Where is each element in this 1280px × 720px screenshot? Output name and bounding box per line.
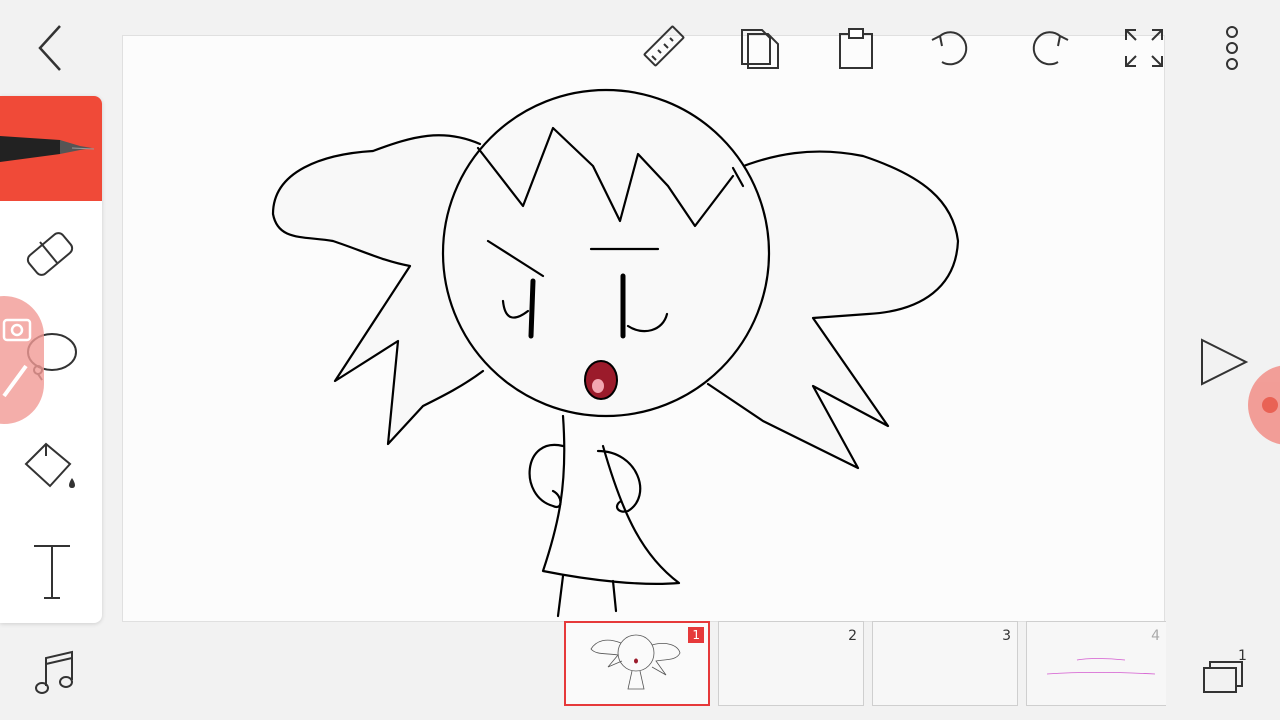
- frame-thumb-1-drawing: [590, 634, 681, 690]
- paste-icon[interactable]: [836, 24, 876, 72]
- copy-icon[interactable]: [738, 24, 782, 72]
- frame-number: 3: [1002, 628, 1011, 644]
- pen-icon: [0, 136, 95, 162]
- fullscreen-icon[interactable]: [1122, 26, 1166, 70]
- tool-pen[interactable]: [0, 96, 102, 201]
- frame-number: 2: [848, 628, 857, 644]
- frame-number: 4: [1151, 628, 1160, 644]
- frame-thumb-1[interactable]: 1: [564, 621, 710, 706]
- redo-icon[interactable]: [1024, 26, 1072, 70]
- play-icon[interactable]: [1198, 336, 1250, 388]
- back-icon[interactable]: [36, 24, 64, 72]
- frame-thumb-2[interactable]: 2: [718, 621, 864, 706]
- record-fab[interactable]: [1248, 365, 1280, 445]
- fill-bucket-icon[interactable]: [20, 434, 80, 494]
- ruler-icon[interactable]: [640, 24, 688, 72]
- frame-thumb-4-drawing: [1046, 658, 1156, 675]
- frame-thumb-4[interactable]: 4: [1026, 621, 1166, 706]
- undo-icon[interactable]: [928, 26, 976, 70]
- more-icon[interactable]: [1220, 24, 1244, 72]
- camera-icon: [2, 318, 32, 398]
- eraser-icon[interactable]: [22, 226, 78, 282]
- record-icon: [1262, 397, 1278, 413]
- layer-count: 1: [1238, 648, 1247, 664]
- music-icon[interactable]: [34, 650, 76, 696]
- drawing-canvas[interactable]: [122, 35, 1165, 622]
- character-drawing: [271, 88, 960, 618]
- text-icon[interactable]: [30, 540, 74, 600]
- frame-number: 1: [688, 627, 704, 643]
- frame-thumb-3[interactable]: 3: [872, 621, 1018, 706]
- camera-fab[interactable]: [0, 296, 44, 424]
